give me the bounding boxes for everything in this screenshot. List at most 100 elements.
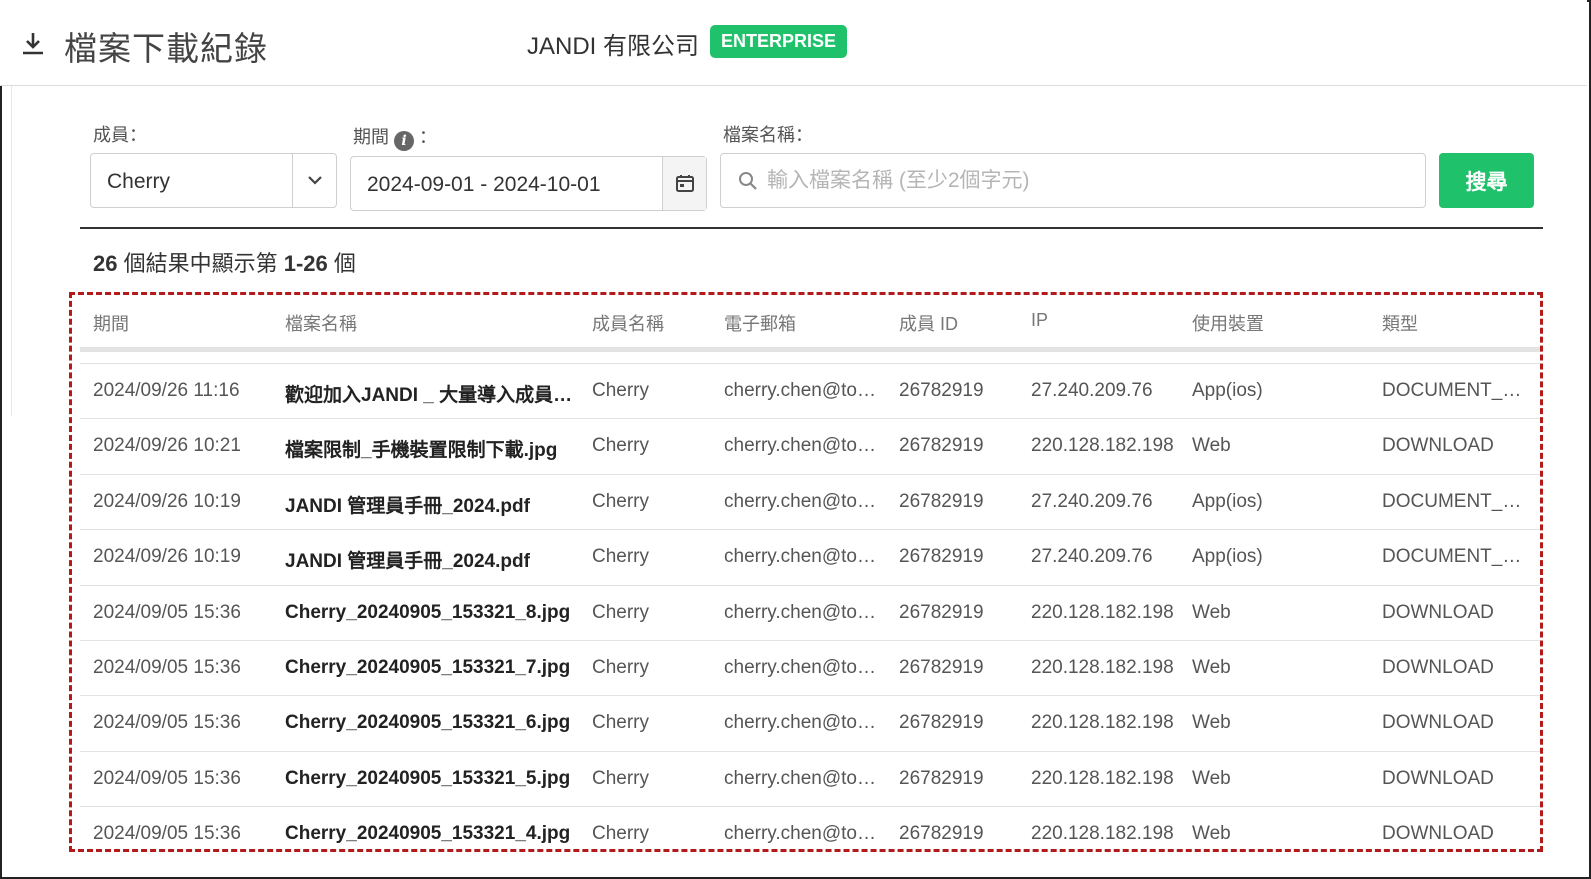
col-email[interactable]: 電子郵箱 [724,310,796,336]
cell-email: cherry.chen@toss.com [724,823,881,845]
col-period[interactable]: 期間 [93,310,129,336]
cell-type: DOCUMENT_PREVIEW [1382,490,1530,512]
cell-device: Web [1192,435,1231,457]
period-label: 期間 i ： [353,123,437,151]
cell-type: DOWNLOAD [1382,657,1494,678]
cell-member-id: 26782919 [899,767,984,789]
cell-device: Web [1192,657,1231,678]
cell-member-id: 26782919 [899,546,984,568]
period-label-text: 期間 [353,127,389,147]
cell-period: 2024/09/26 10:21 [93,435,241,457]
cell-email: cherry.chen@toss.com [724,380,881,401]
member-label: 成員： [93,125,147,145]
cell-device: Web [1192,712,1231,734]
cell-member-id: 26782919 [899,823,984,845]
cell-ip: 27.240.209.76 [1031,380,1153,401]
cell-filename: Cherry_20240905_153321_5.jpg [285,767,571,789]
cell-member-id: 26782919 [899,380,984,401]
cell-period: 2024/09/05 15:36 [93,767,241,789]
cell-member-id: 26782919 [899,712,984,734]
cell-filename: Cherry_20240905_153321_6.jpg [285,712,571,734]
col-filename[interactable]: 檔案名稱 [285,310,357,336]
cell-member: Cherry [592,546,650,568]
table-row[interactable]: 2024/09/05 15:36 Cherry_20240905_153321_4… [80,807,1540,848]
cell-member-id: 26782919 [899,657,984,678]
cell-filename: Cherry_20240905_153321_8.jpg [285,601,571,623]
cell-member: Cherry [592,380,650,401]
cell-period: 2024/09/05 15:36 [93,712,241,734]
search-icon [739,172,757,190]
cell-email: cherry.chen@toss.com [724,601,881,623]
cell-device: Web [1192,823,1231,845]
table-row[interactable]: 2024/09/05 15:36 Cherry_20240905_153321_8… [80,586,1540,641]
table-header: 期間 檔案名稱 成員名稱 電子郵箱 成員 ID IP 使用裝置 類型 [80,300,1540,348]
result-range: 1-26 [283,251,328,276]
cell-email: cherry.chen@toss.com [724,546,881,568]
cell-member: Cherry [592,490,650,512]
cell-email: cherry.chen@toss.com [724,657,881,678]
chevron-down-icon [308,176,322,185]
cell-member: Cherry [592,767,650,789]
cell-device: Web [1192,767,1231,789]
col-member-id[interactable]: 成員 ID [899,310,958,336]
col-member[interactable]: 成員名稱 [592,310,664,336]
cell-ip: 220.128.182.198 [1031,601,1174,623]
cell-member-id: 26782919 [899,435,984,457]
filename-input[interactable] [767,162,1407,199]
table-row[interactable]: 2024/09/26 10:19 JANDI 管理員手冊_2024.pdf Cher… [80,475,1540,531]
info-icon[interactable]: i [394,131,415,151]
table-row[interactable]: 2024/09/05 15:36 Cherry_20240905_153321_6… [80,696,1540,752]
cell-period: 2024/09/05 15:36 [93,823,241,845]
cell-period: 2024/09/26 10:19 [93,490,241,512]
calendar-icon [676,175,694,192]
col-type[interactable]: 類型 [1382,310,1418,336]
cell-email: cherry.chen@toss.com [724,712,881,734]
cell-type: DOCUMENT_PREVIEW [1382,380,1530,401]
cell-email: cherry.chen@toss.com [724,767,881,789]
cell-type: DOWNLOAD [1382,435,1494,457]
table-row[interactable]: 2024/09/26 10:21 檔案限制_手機裝置限制下載.jpg Cherry c… [80,419,1540,475]
cell-device: Web [1192,601,1231,623]
cell-type: DOWNLOAD [1382,601,1494,623]
result-prefix: 個結果中顯示第 [117,251,284,276]
cell-ip: 27.240.209.76 [1031,490,1153,512]
calendar-button[interactable] [662,157,706,210]
result-total: 26 [93,251,118,276]
period-date-range[interactable]: 2024-09-01 - 2024-10-01 [350,156,707,211]
table-row[interactable]: 2024/09/26 10:19 JANDI 管理員手冊_2024.pdf Cher… [80,530,1540,586]
plan-badge: ENTERPRISE [710,25,848,58]
table-row[interactable]: 2024/09/05 15:36 Cherry_20240905_153321_5… [80,752,1540,808]
member-select[interactable]: Cherry [90,153,337,208]
cell-email: cherry.chen@toss.com [724,435,881,457]
result-suffix: 個 [327,251,356,276]
cell-period: 2024/09/05 15:36 [93,601,241,623]
filename-search-box [720,153,1426,208]
select-divider [292,154,293,207]
cell-filename: 歡迎加入JANDI _ 大量導入成員.pdf [285,385,575,406]
cell-member: Cherry [592,657,650,678]
cell-type: DOWNLOAD [1382,823,1494,845]
cell-type: DOWNLOAD [1382,767,1494,789]
table-body: 2024/09/26 11:16 歡迎加入JANDI _ 大量導入成員.pdf Ch… [80,364,1540,848]
cell-filename: JANDI 管理員手冊_2024.pdf [285,551,530,573]
table-row[interactable]: 2024/09/05 15:36 Cherry_20240905_153321_7… [80,641,1540,697]
cell-filename: JANDI 管理員手冊_2024.pdf [285,495,530,517]
col-ip[interactable]: IP [1031,310,1048,331]
cell-member: Cherry [592,435,650,457]
cell-ip: 220.128.182.198 [1031,712,1174,734]
period-label-colon: ： [419,127,438,147]
cell-ip: 220.128.182.198 [1031,657,1174,678]
cell-ip: 27.240.209.76 [1031,546,1153,568]
download-icon [23,33,43,55]
cell-filename: Cherry_20240905_153321_7.jpg [285,657,571,678]
table-header-underline [80,347,1540,352]
cell-filename: Cherry_20240905_153321_4.jpg [285,823,571,845]
cell-member-id: 26782919 [899,490,984,512]
table-row[interactable]: 2024/09/26 11:16 歡迎加入JANDI _ 大量導入成員.pdf Ch… [80,364,1540,420]
company-name: JANDI 有限公司 [527,33,700,60]
col-device[interactable]: 使用裝置 [1192,310,1264,336]
search-button[interactable]: 搜尋 [1439,153,1534,208]
period-value: 2024-09-01 - 2024-10-01 [367,173,601,196]
cell-device: App(ios) [1192,490,1263,512]
cell-period: 2024/09/05 15:36 [93,657,241,678]
